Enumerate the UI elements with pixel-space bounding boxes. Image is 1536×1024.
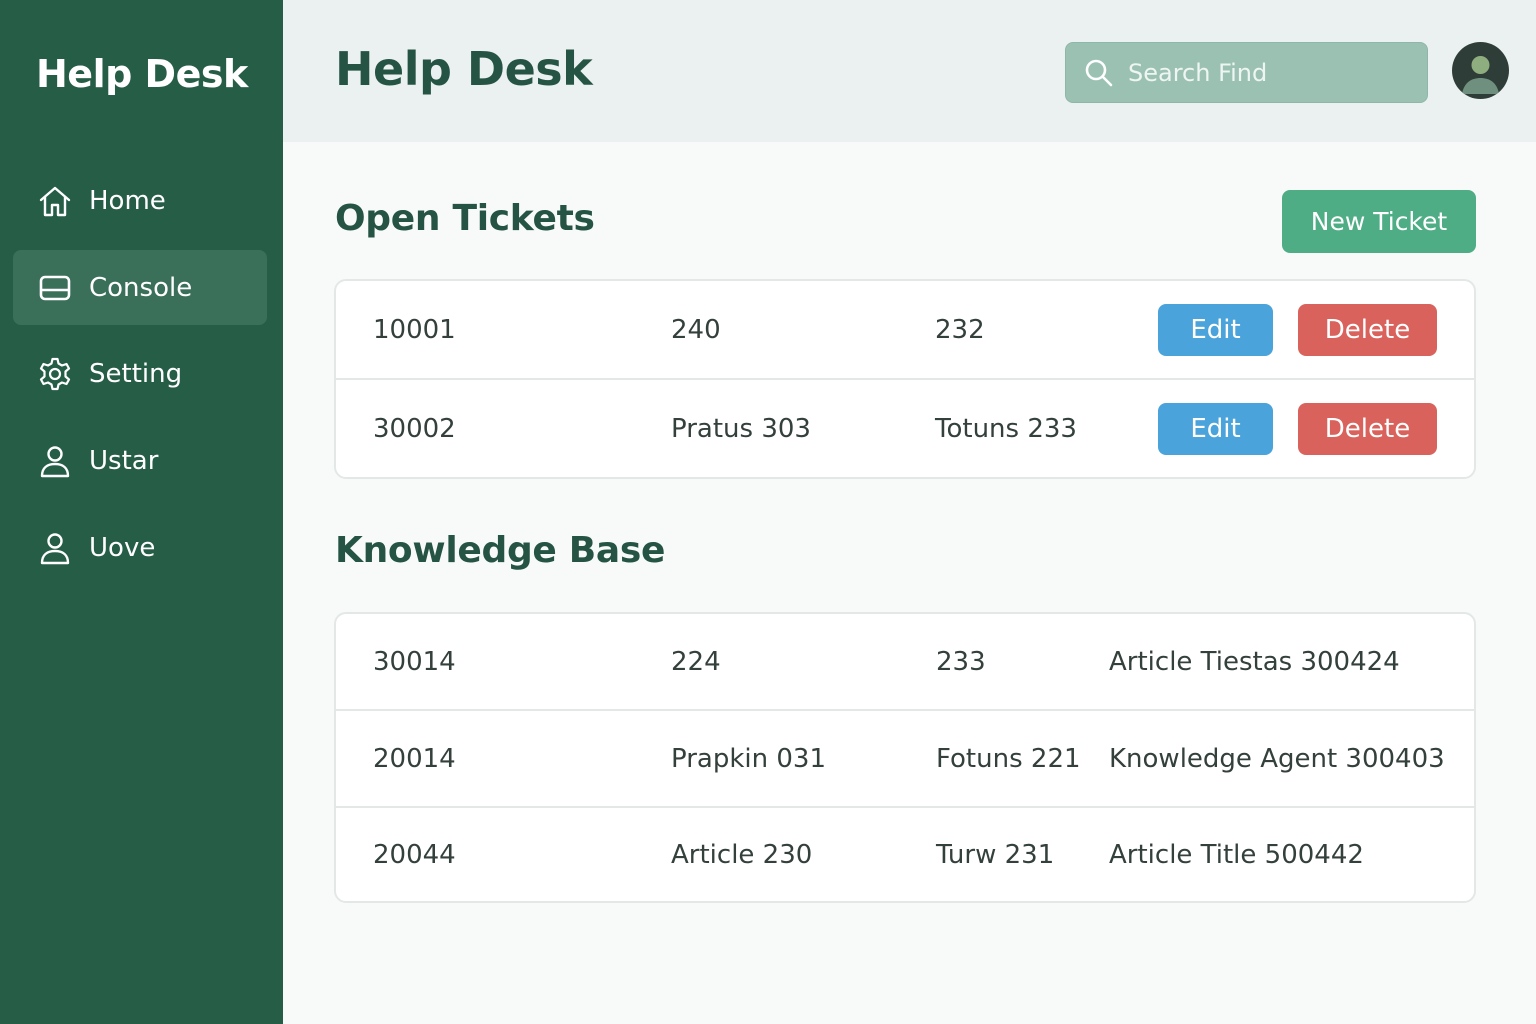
search-box[interactable]	[1065, 42, 1428, 103]
open-tickets-title: Open Tickets	[335, 198, 595, 239]
article-id: 20044	[373, 839, 456, 870]
edit-button[interactable]: Edit	[1158, 303, 1273, 356]
search-input[interactable]	[1128, 51, 1408, 95]
table-row: 10001 240 232 Edit Delete	[336, 281, 1474, 380]
sidebar-item-label: Ustar	[89, 445, 159, 476]
sidebar: Help Desk Home Console Setting Ustar Uov…	[0, 0, 283, 1024]
brand-title: Help Desk	[36, 52, 248, 96]
article-field: 233	[936, 646, 986, 677]
article-field: Prapkin 031	[671, 743, 826, 774]
help-desk-app: Help Desk Home Console Setting Ustar Uov…	[0, 0, 1536, 1024]
sidebar-item-home[interactable]: Home	[13, 163, 267, 238]
delete-button[interactable]: Delete	[1298, 402, 1437, 455]
sidebar-item-ustar[interactable]: Ustar	[13, 423, 267, 498]
home-icon	[37, 183, 73, 219]
user-avatar-icon	[1462, 56, 1499, 94]
ticket-field: 232	[935, 314, 985, 345]
gear-icon	[37, 356, 73, 392]
article-id: 20014	[373, 743, 456, 774]
article-field: Turw 231	[936, 839, 1055, 870]
user-icon	[37, 443, 73, 479]
knowledge-base-title: Knowledge Base	[335, 530, 666, 571]
edit-button[interactable]: Edit	[1158, 402, 1273, 455]
sidebar-item-setting[interactable]: Setting	[13, 336, 267, 411]
article-title: Article Tiestas 300424	[1109, 646, 1400, 677]
sidebar-item-uove[interactable]: Uove	[13, 510, 267, 585]
article-title: Knowledge Agent 300403	[1109, 743, 1445, 774]
article-field: Fotuns 221	[936, 743, 1081, 774]
table-row[interactable]: 30014 224 233 Article Tiestas 300424	[336, 614, 1474, 711]
sidebar-item-label: Uove	[89, 532, 156, 563]
top-header: Help Desk	[283, 0, 1536, 142]
page-title: Help Desk	[335, 42, 593, 96]
article-title: Article Title 500442	[1109, 839, 1364, 870]
ticket-id: 30002	[373, 413, 456, 444]
article-field: Article 230	[671, 839, 813, 870]
console-icon	[37, 270, 73, 306]
open-tickets-table: 10001 240 232 Edit Delete 30002 Pratus 3…	[334, 279, 1476, 479]
table-row: 30002 Pratus 303 Totuns 233 Edit Delete	[336, 380, 1474, 477]
sidebar-item-console[interactable]: Console	[13, 250, 267, 325]
sidebar-item-label: Home	[89, 185, 166, 216]
sidebar-item-label: Setting	[89, 358, 183, 389]
search-icon	[1085, 59, 1113, 87]
table-row[interactable]: 20044 Article 230 Turw 231 Article Title…	[336, 808, 1474, 901]
table-row[interactable]: 20014 Prapkin 031 Fotuns 221 Knowledge A…	[336, 711, 1474, 808]
knowledge-base-table: 30014 224 233 Article Tiestas 300424 200…	[334, 612, 1476, 903]
ticket-field: Pratus 303	[671, 413, 811, 444]
ticket-id: 10001	[373, 314, 456, 345]
user-icon	[37, 530, 73, 566]
article-id: 30014	[373, 646, 456, 677]
ticket-field: Totuns 233	[935, 413, 1077, 444]
main-content: Open Tickets New Ticket 10001 240 232 Ed…	[283, 142, 1536, 1024]
avatar[interactable]	[1452, 42, 1509, 99]
sidebar-item-label: Console	[89, 272, 193, 303]
article-field: 224	[671, 646, 721, 677]
new-ticket-button[interactable]: New Ticket	[1282, 190, 1476, 253]
delete-button[interactable]: Delete	[1298, 303, 1437, 356]
ticket-field: 240	[671, 314, 721, 345]
